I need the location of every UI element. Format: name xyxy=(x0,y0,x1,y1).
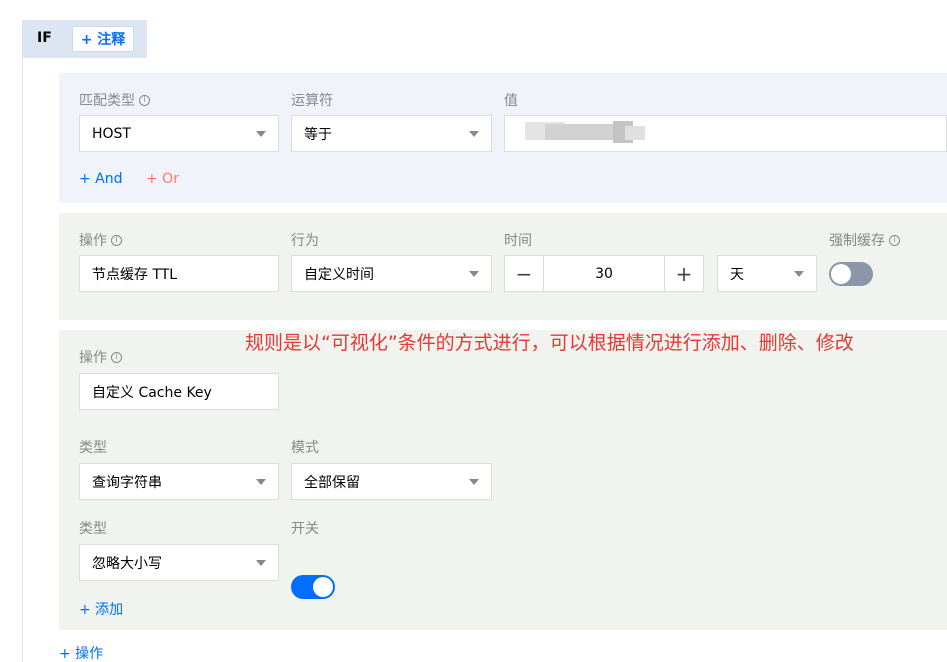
type-value: 查询字符串 xyxy=(92,474,162,491)
value-label: 值 xyxy=(504,93,518,109)
add-note-button[interactable]: + 注释 xyxy=(72,26,134,52)
toggle-knob xyxy=(831,264,851,284)
time-stepper[interactable]: − 30 + xyxy=(504,255,704,292)
case-type-label: 类型 xyxy=(79,521,107,537)
plus-icon[interactable]: + xyxy=(665,256,703,291)
toggle-knob xyxy=(313,577,333,597)
operation-field[interactable]: 自定义 Cache Key xyxy=(79,373,279,410)
chevron-down-icon xyxy=(256,559,266,566)
cache-key-switch[interactable] xyxy=(291,575,335,599)
minus-icon[interactable]: − xyxy=(505,256,543,291)
annotation-text: 规则是以“可视化”条件的方式进行，可以根据情况进行添加、删除、修改 xyxy=(245,332,854,354)
rule-connector-line xyxy=(22,58,23,662)
force-cache-label: 强制缓存 i xyxy=(829,230,900,250)
masked-value xyxy=(525,120,645,144)
mode-select[interactable]: 全部保留 xyxy=(291,463,492,500)
add-or-link[interactable]: + Or xyxy=(146,171,179,187)
behavior-label: 行为 xyxy=(291,233,319,249)
operation-field[interactable]: 节点缓存 TTL xyxy=(79,255,279,292)
info-icon[interactable]: i xyxy=(111,351,122,363)
info-icon[interactable]: i xyxy=(111,234,122,246)
chevron-down-icon xyxy=(469,270,479,277)
operation-label-text: 操作 xyxy=(79,350,107,366)
behavior-value: 自定义时间 xyxy=(304,266,374,283)
operation-value: 节点缓存 TTL xyxy=(92,266,178,283)
mode-value: 全部保留 xyxy=(304,474,360,491)
operation-label: 操作 i xyxy=(79,347,122,367)
add-operation-link[interactable]: + 操作 xyxy=(59,643,103,662)
match-type-value: HOST xyxy=(92,125,131,142)
match-type-label-text: 匹配类型 xyxy=(79,93,135,109)
chevron-down-icon xyxy=(256,478,266,485)
operation-label-text: 操作 xyxy=(79,233,107,249)
operator-label: 运算符 xyxy=(291,93,333,109)
time-label: 时间 xyxy=(504,233,532,249)
type-select[interactable]: 查询字符串 xyxy=(79,463,279,500)
info-icon[interactable]: i xyxy=(139,94,150,106)
time-unit-select[interactable]: 天 xyxy=(717,255,817,292)
time-unit-value: 天 xyxy=(730,266,744,283)
switch-label: 开关 xyxy=(291,521,319,537)
match-type-select[interactable]: HOST xyxy=(79,115,279,152)
chevron-down-icon xyxy=(469,478,479,485)
chevron-down-icon xyxy=(256,130,266,137)
case-type-select[interactable]: 忽略大小写 xyxy=(79,544,279,581)
behavior-select[interactable]: 自定义时间 xyxy=(291,255,492,292)
force-cache-toggle[interactable] xyxy=(829,262,873,286)
operation-label: 操作 i xyxy=(79,230,122,250)
time-value[interactable]: 30 xyxy=(543,256,665,291)
mode-label: 模式 xyxy=(291,440,319,456)
operator-value: 等于 xyxy=(304,126,332,143)
type-label: 类型 xyxy=(79,440,107,456)
add-and-link[interactable]: + And xyxy=(79,171,123,187)
chevron-down-icon xyxy=(794,270,804,277)
add-item-link[interactable]: + 添加 xyxy=(79,599,123,619)
match-type-label: 匹配类型 i xyxy=(79,90,150,110)
info-icon[interactable]: i xyxy=(889,234,900,246)
case-type-value: 忽略大小写 xyxy=(92,555,162,572)
force-cache-label-text: 强制缓存 xyxy=(829,233,885,249)
operator-select[interactable]: 等于 xyxy=(291,115,492,152)
chevron-down-icon xyxy=(469,130,479,137)
operation-value: 自定义 Cache Key xyxy=(92,384,212,401)
if-label: IF xyxy=(37,30,52,46)
